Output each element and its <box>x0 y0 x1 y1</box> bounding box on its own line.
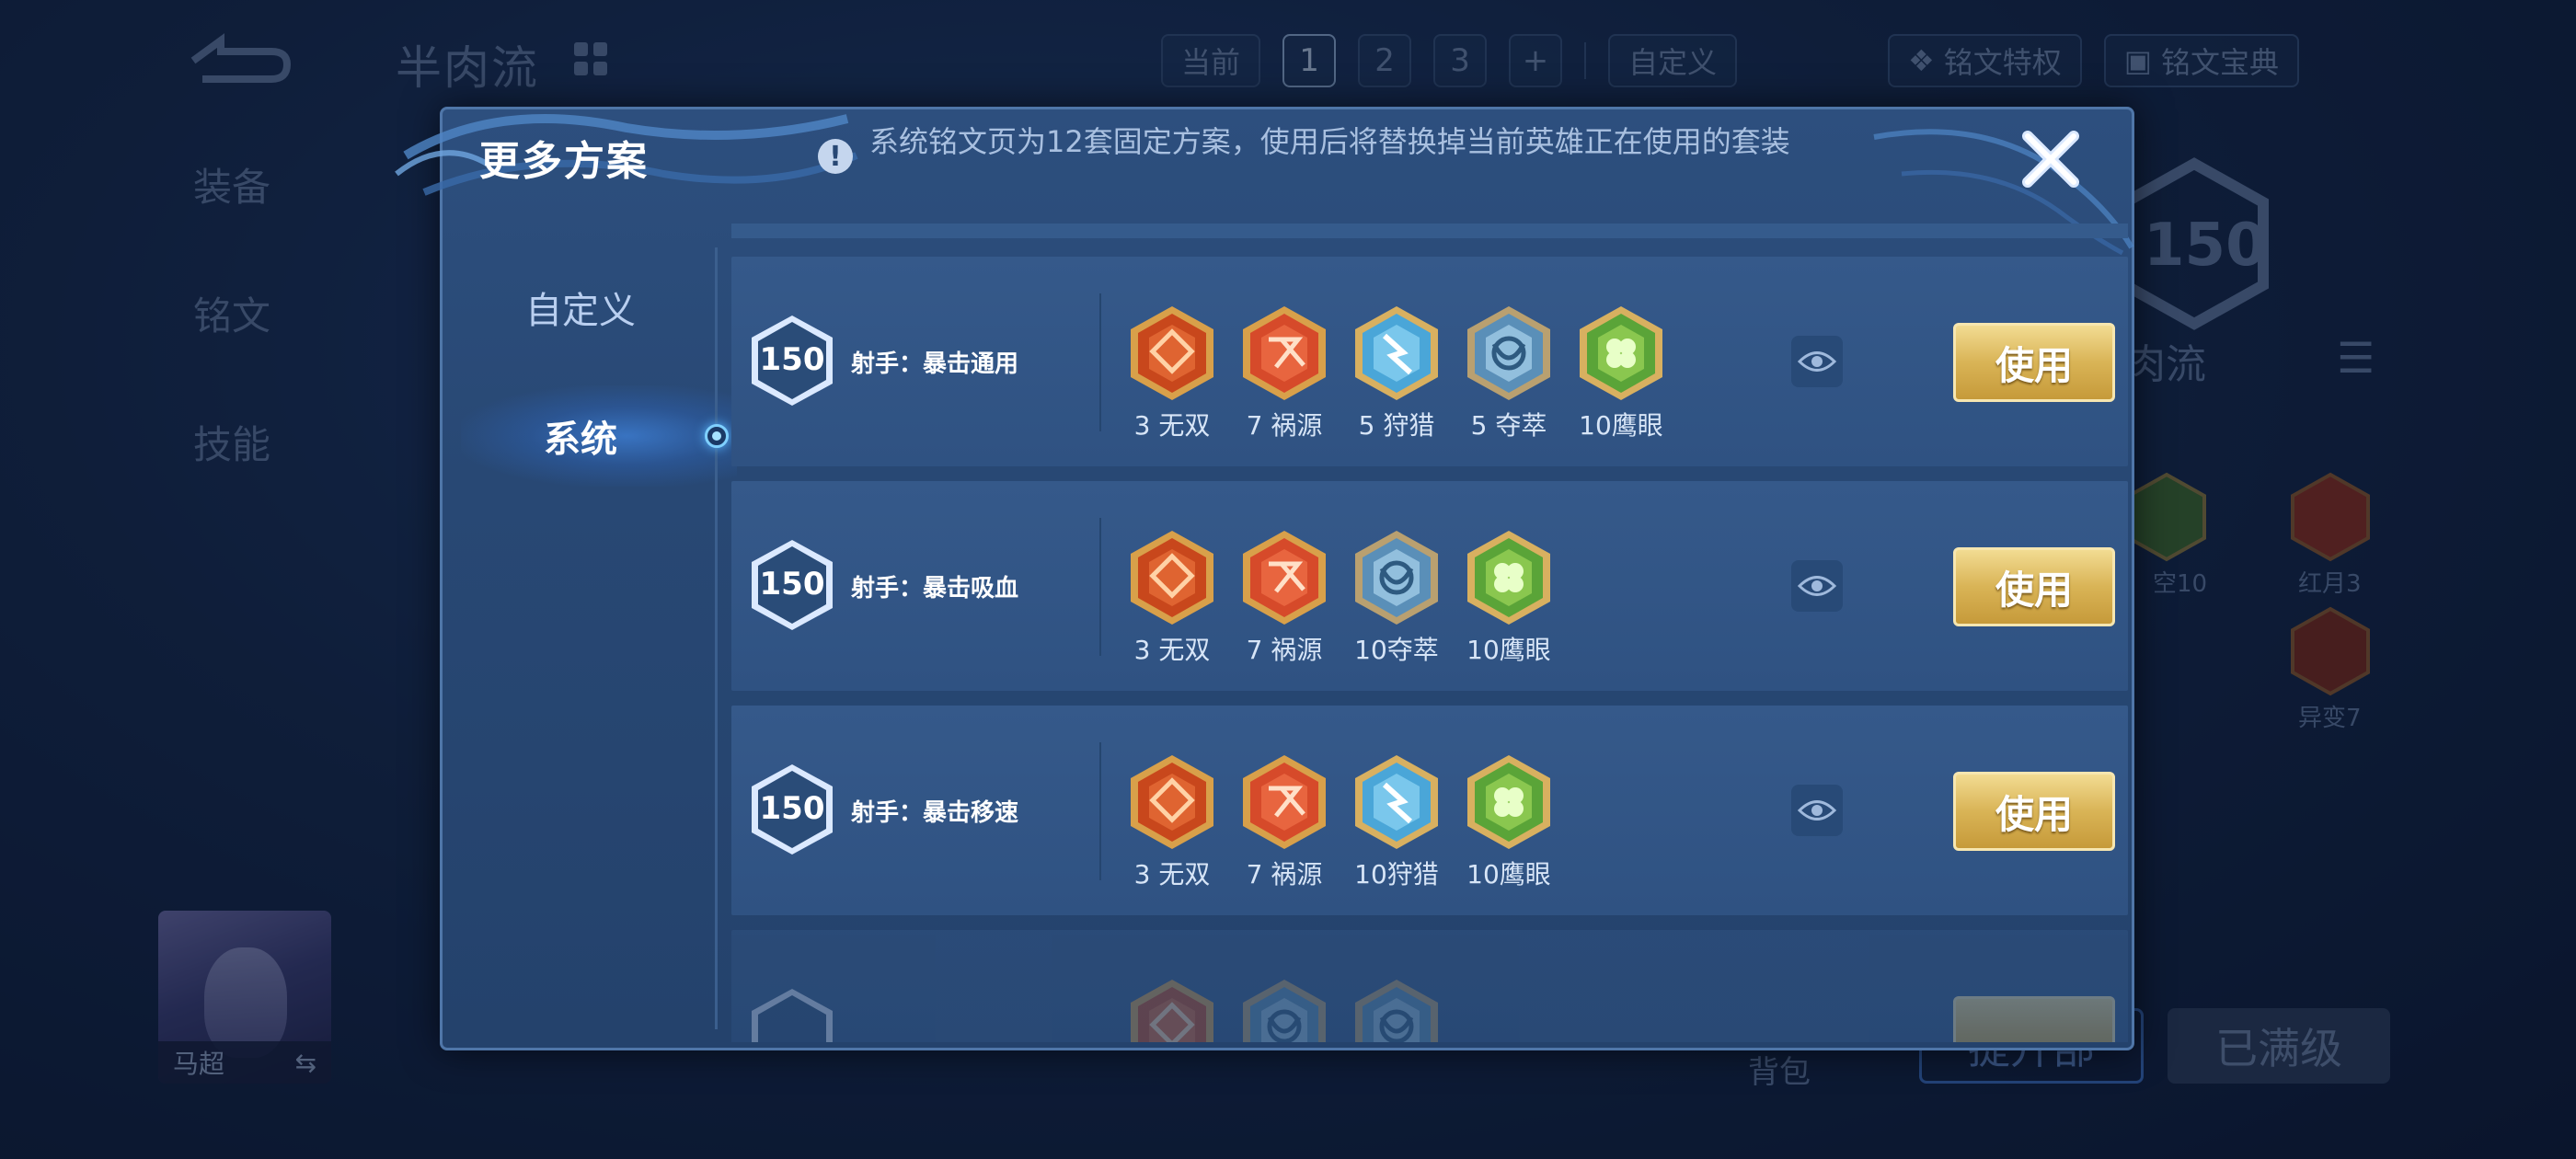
tab-divider <box>715 247 718 1029</box>
rune-list: 3 无双 7 祸源 10狩猎 10鹰眼 <box>1116 752 1565 891</box>
preview-button[interactable] <box>1791 785 1843 836</box>
divider <box>1099 742 1101 880</box>
list-scroll-edge <box>731 224 2128 238</box>
plan-name: 射手：暴击通用 <box>851 350 1019 378</box>
rune-list: 3 无双 7 祸源 5 狩猎 5 夺萃 10鹰眼 <box>1116 303 1677 442</box>
modal-title: 更多方案 <box>479 138 649 185</box>
rune-item: 10夺萃 <box>1340 527 1453 667</box>
green-rune-icon <box>1467 755 1550 849</box>
tab-system[interactable]: 系统 <box>443 409 719 463</box>
rune-list: 3 无双 7 祸源 10夺萃 10鹰眼 <box>1116 527 1565 667</box>
rune-item: 3 无双 <box>1116 752 1228 891</box>
plan-row: 150 射手：暴击吸血 3 无双 7 祸源 10夺萃 10鹰眼 使用 <box>731 481 2128 691</box>
plan-row: 150 射手：暴击通用 3 无双 7 祸源 5 狩猎 5 夺萃 10鹰眼 使用 <box>731 257 2128 466</box>
rune-label: 3 无双 <box>1133 410 1211 441</box>
rune-label: 10狩猎 <box>1354 859 1439 889</box>
rune-item: 7 祸源 <box>1228 527 1340 667</box>
rune-item: 7 祸源 <box>1228 303 1340 442</box>
use-button[interactable] <box>1953 996 2115 1042</box>
info-icon: ! <box>818 139 853 174</box>
info-notice: ! 系统铭文页为12套固定方案，使用后将替换掉当前英雄正在使用的套装 <box>818 126 1830 174</box>
rune-list <box>1116 976 1453 1042</box>
rune-item: 10鹰眼 <box>1565 303 1677 442</box>
tab-custom[interactable]: 自定义 <box>443 281 719 334</box>
rune-label: 3 无双 <box>1133 635 1211 665</box>
rune-label: 7 祸源 <box>1246 635 1323 665</box>
level-number: 150 <box>759 341 825 378</box>
plan-row: 150 射手：暴击移速 3 无双 7 祸源 10狩猎 10鹰眼 使用 <box>731 706 2128 915</box>
plan-list[interactable]: 150 射手：暴击通用 3 无双 7 祸源 5 狩猎 5 夺萃 10鹰眼 使用 … <box>731 224 2128 1042</box>
rune-item <box>1228 976 1340 1042</box>
plan-row-partial <box>731 930 2128 1042</box>
rune-item: 5 夺萃 <box>1453 303 1565 442</box>
rune-label: 10夺萃 <box>1354 635 1439 665</box>
eye-icon <box>1798 800 1836 820</box>
close-button[interactable] <box>2016 124 2086 194</box>
red-rune-icon <box>1243 531 1326 625</box>
rune-label: 10鹰眼 <box>1466 635 1551 665</box>
blue-rune-icon <box>1243 980 1326 1042</box>
rune-item: 7 祸源 <box>1228 752 1340 891</box>
rune-item <box>1340 976 1453 1042</box>
blue-rune-icon <box>1355 306 1438 400</box>
red-rune-icon <box>1131 980 1213 1042</box>
rune-label: 7 祸源 <box>1246 859 1323 889</box>
use-button[interactable]: 使用 <box>1953 547 2115 626</box>
use-button[interactable]: 使用 <box>1953 772 2115 851</box>
rune-label: 3 无双 <box>1133 859 1211 889</box>
red-rune-icon <box>1243 306 1326 400</box>
green-rune-icon <box>1467 531 1550 625</box>
level-hex-icon <box>752 989 833 1042</box>
rune-label: 10鹰眼 <box>1579 410 1663 441</box>
preview-button[interactable] <box>1791 560 1843 612</box>
red-rune-icon <box>1131 531 1213 625</box>
rune-item <box>1116 976 1228 1042</box>
rune-label: 5 狩猎 <box>1358 410 1435 441</box>
rune-item: 10狩猎 <box>1340 752 1453 891</box>
close-icon <box>2022 131 2079 188</box>
blue-rune-icon <box>1467 306 1550 400</box>
level-number: 150 <box>759 790 825 827</box>
red-rune-icon <box>1131 306 1213 400</box>
blue-rune-icon <box>1355 531 1438 625</box>
rune-label: 5 夺萃 <box>1470 410 1547 441</box>
blue-rune-icon <box>1355 980 1438 1042</box>
rune-item: 5 狩猎 <box>1340 303 1453 442</box>
divider <box>1099 518 1101 656</box>
rune-item: 3 无双 <box>1116 527 1228 667</box>
divider <box>1099 293 1101 431</box>
rune-label: 7 祸源 <box>1246 410 1323 441</box>
plan-name: 射手：暴击移速 <box>851 799 1019 827</box>
more-plans-modal: 更多方案 ! 系统铭文页为12套固定方案，使用后将替换掉当前英雄正在使用的套装 … <box>395 107 2134 1050</box>
preview-button[interactable] <box>1791 336 1843 387</box>
selected-tab-indicator <box>705 424 729 448</box>
rune-label: 10鹰眼 <box>1466 859 1551 889</box>
blue-rune-icon <box>1355 755 1438 849</box>
plan-name: 射手：暴击吸血 <box>851 575 1019 602</box>
rune-item: 10鹰眼 <box>1453 752 1565 891</box>
green-rune-icon <box>1580 306 1662 400</box>
rune-item: 3 无双 <box>1116 303 1228 442</box>
red-rune-icon <box>1243 755 1326 849</box>
red-rune-icon <box>1131 755 1213 849</box>
use-button[interactable]: 使用 <box>1953 323 2115 402</box>
rune-item: 10鹰眼 <box>1453 527 1565 667</box>
level-number: 150 <box>759 566 825 602</box>
eye-icon <box>1798 351 1836 372</box>
eye-icon <box>1798 576 1836 596</box>
info-text: 系统铭文页为12套固定方案，使用后将替换掉当前英雄正在使用的套装 <box>869 124 1790 159</box>
